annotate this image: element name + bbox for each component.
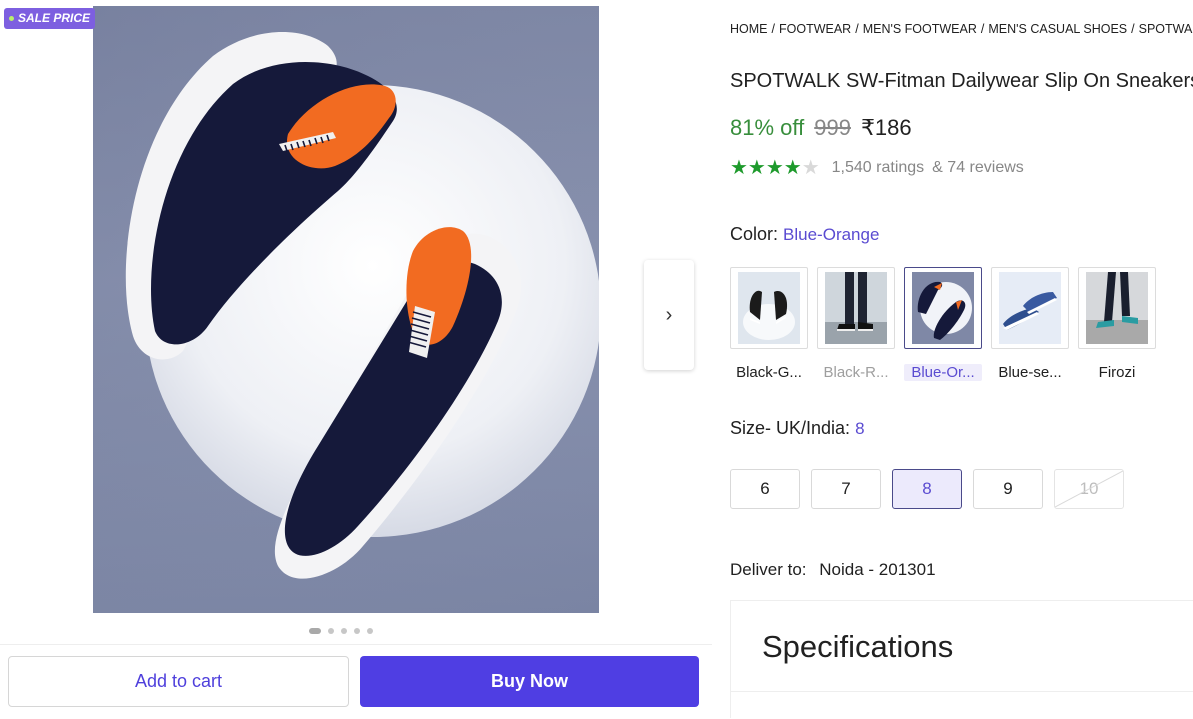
breadcrumb-footwear[interactable]: FOOTWEAR: [779, 22, 851, 36]
delivery-pincode: Noida - 201301: [819, 560, 936, 579]
color-option-label: Firozi: [1098, 364, 1136, 381]
original-price: 999: [814, 115, 851, 140]
next-image-button[interactable]: ›: [644, 260, 694, 370]
divider: [731, 691, 1193, 692]
discount-percent: 81% off: [730, 115, 805, 140]
size-option-10: 10: [1054, 469, 1124, 509]
add-to-cart-button[interactable]: Add to cart: [8, 656, 349, 707]
reviews-count: & 74 reviews: [932, 158, 1024, 176]
size-option-7[interactable]: 7: [811, 469, 881, 509]
product-title: SPOTWALK SW-Fitman Dailywear Slip On Sne…: [730, 70, 1193, 92]
size-label: Size- UK/India: 8: [730, 418, 865, 438]
breadcrumb-mens-footwear[interactable]: MEN'S FOOTWEAR: [863, 22, 977, 36]
breadcrumb: HOME / FOOTWEAR / MEN'S FOOTWEAR / MEN'S CASUA…: [730, 22, 1193, 36]
color-option-firozi[interactable]: Firozi: [1078, 267, 1156, 381]
size-options: 6 7 8 9 10: [730, 469, 1124, 509]
image-carousel-dots: [309, 628, 373, 634]
carousel-dot[interactable]: [341, 628, 347, 634]
color-thumbnail: [904, 267, 982, 349]
color-thumbnail: [817, 267, 895, 349]
star-rating-icon: ★★★★★: [730, 157, 820, 179]
buy-now-button[interactable]: Buy Now: [360, 656, 699, 707]
badge-dot-icon: [9, 16, 14, 21]
color-option-label: Black-R...: [823, 364, 889, 381]
color-thumbnail: [730, 267, 808, 349]
color-option-blue-se[interactable]: Blue-se...: [991, 267, 1069, 381]
selling-price: ₹186: [860, 115, 912, 140]
rating-summary[interactable]: ★★★★★ 1,540 ratings & 74 reviews: [730, 155, 1024, 180]
carousel-dot[interactable]: [354, 628, 360, 634]
carousel-dot[interactable]: [328, 628, 334, 634]
color-option-label: Blue-Or...: [904, 364, 982, 381]
breadcrumb-mens-casual-shoes[interactable]: MEN'S CASUAL SHOES: [988, 22, 1127, 36]
size-option-8[interactable]: 8: [892, 469, 962, 509]
specifications-section: Specifications: [730, 600, 1193, 718]
size-option-9[interactable]: 9: [973, 469, 1043, 509]
color-option-black-r[interactable]: Black-R...: [817, 267, 895, 381]
shoe-illustration: [93, 6, 599, 613]
selected-size: 8: [855, 419, 865, 438]
color-option-blue-orange[interactable]: Blue-Or...: [904, 267, 982, 381]
color-thumbnail: [991, 267, 1069, 349]
selected-color: Blue-Orange: [783, 225, 880, 244]
color-option-black-g[interactable]: Black-G...: [730, 267, 808, 381]
color-thumbnail: [1078, 267, 1156, 349]
color-swatches: Black-G... Black-R... Blue-Or... Blue-se…: [730, 267, 1156, 381]
carousel-dot[interactable]: [309, 628, 321, 634]
breadcrumb-home[interactable]: HOME: [730, 22, 768, 36]
color-option-label: Blue-se...: [998, 364, 1062, 381]
sale-badge-label: SALE PRICE: [18, 11, 91, 25]
color-label: Color: Blue-Orange: [730, 224, 880, 244]
size-option-6[interactable]: 6: [730, 469, 800, 509]
carousel-dot[interactable]: [367, 628, 373, 634]
ratings-count: 1,540 ratings: [831, 158, 925, 176]
chevron-right-icon: ›: [665, 303, 673, 326]
product-gallery: SALE PRICE › Add to cart Buy Now: [0, 0, 712, 719]
deliver-to-label: Deliver to:: [730, 560, 807, 579]
product-details: HOME / FOOTWEAR / MEN'S FOOTWEAR / MEN'S CASUA…: [730, 0, 1193, 718]
purchase-action-bar: Add to cart Buy Now: [0, 644, 712, 719]
color-option-label: Black-G...: [736, 364, 802, 381]
sale-price-badge: SALE PRICE: [4, 8, 96, 29]
delivery-location[interactable]: Deliver to: Noida - 201301: [730, 560, 936, 580]
breadcrumb-spotwalk[interactable]: SPOTWALK CASUAL SHOES: [1139, 22, 1193, 36]
product-main-image[interactable]: [93, 6, 599, 613]
specifications-title: Specifications: [762, 629, 954, 664]
price-row: 81% off 999 ₹186: [730, 115, 912, 141]
